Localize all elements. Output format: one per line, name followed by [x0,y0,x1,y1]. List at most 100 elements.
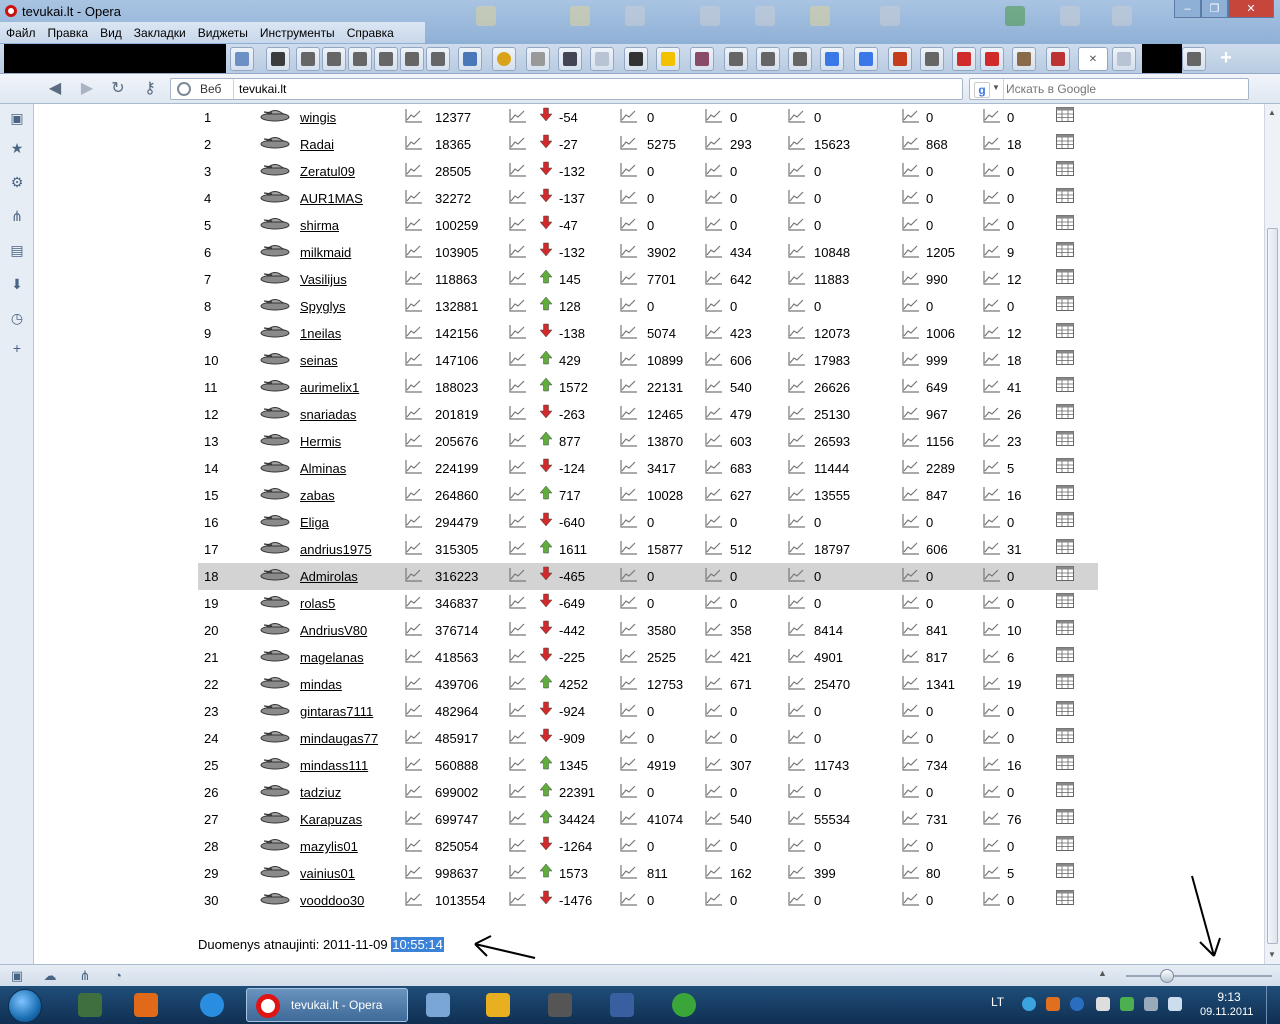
graph-icon[interactable] [405,189,423,204]
graph-icon[interactable] [620,756,638,771]
chevron-down-icon[interactable]: ▼ [992,83,1000,92]
graph-icon[interactable] [705,621,723,636]
tab-page[interactable] [230,47,254,71]
taskbar-utorrent-icon[interactable] [662,989,706,1021]
graph-icon[interactable] [788,486,806,501]
graph-icon[interactable] [620,459,638,474]
graph-icon[interactable] [902,648,920,663]
graph-icon[interactable] [620,891,638,906]
graph-icon[interactable] [788,702,806,717]
graph-icon[interactable] [405,864,423,879]
graph-icon[interactable] [902,729,920,744]
graph-icon[interactable] [788,405,806,420]
table-icon[interactable] [1056,377,1074,392]
graph-icon[interactable] [509,351,527,366]
table-icon[interactable] [1056,134,1074,149]
graph-icon[interactable] [902,891,920,906]
graph-icon[interactable] [620,513,638,528]
graph-icon[interactable] [620,405,638,420]
menu-tools[interactable]: Инструменты [260,26,335,40]
graph-icon[interactable] [405,297,423,312]
player-link[interactable]: Hermis [300,434,341,449]
graph-icon[interactable] [620,432,638,447]
tray-network-icon[interactable] [1120,997,1134,1011]
taskbar-opera-button[interactable]: tevukai.lt - Opera [246,988,408,1022]
graph-icon[interactable] [983,621,1001,636]
table-icon[interactable] [1056,809,1074,824]
tab-page[interactable] [526,47,550,71]
key-icon[interactable]: ⚷ [139,79,161,99]
graph-icon[interactable] [788,675,806,690]
speedometer-icon[interactable]: ◔ [110,968,126,984]
player-link[interactable]: snariadas [300,407,356,422]
graph-icon[interactable] [902,297,920,312]
graph-icon[interactable] [405,837,423,852]
taskbar-app-icon[interactable] [600,989,644,1021]
table-icon[interactable] [1056,485,1074,500]
table-icon[interactable] [1056,728,1074,743]
graph-icon[interactable] [983,594,1001,609]
graph-icon[interactable] [902,216,920,231]
zoom-slider-knob[interactable] [1160,969,1174,983]
graph-icon[interactable] [902,162,920,177]
table-icon[interactable] [1056,782,1074,797]
taskbar-app-icon[interactable] [68,989,112,1021]
graph-icon[interactable] [509,891,527,906]
graph-icon[interactable] [405,567,423,582]
graph-icon[interactable] [620,189,638,204]
graph-icon[interactable] [705,891,723,906]
scroll-up-icon[interactable]: ▲ [1268,108,1276,117]
graph-icon[interactable] [405,756,423,771]
graph-icon[interactable] [902,486,920,501]
graph-icon[interactable] [902,783,920,798]
tab-tank[interactable] [266,47,290,71]
graph-icon[interactable] [788,378,806,393]
scroll-thumb[interactable] [1267,228,1278,944]
tab-wot[interactable] [348,47,372,71]
table-icon[interactable] [1056,674,1074,689]
url-security-label[interactable]: Веб [200,82,221,96]
add-panel-icon[interactable]: + [8,339,26,357]
bookmark-star-icon[interactable]: ★ [8,139,26,157]
tab-music[interactable] [656,47,680,71]
table-icon[interactable] [1056,566,1074,581]
graph-icon[interactable] [405,783,423,798]
table-icon[interactable] [1056,647,1074,662]
table-icon[interactable] [1056,107,1074,122]
player-link[interactable]: mindass111 [300,758,368,773]
graph-icon[interactable] [983,216,1001,231]
zoom-slider[interactable] [1126,975,1272,977]
tab-google[interactable] [854,47,878,71]
graph-icon[interactable] [509,810,527,825]
graph-icon[interactable] [705,513,723,528]
graph-icon[interactable] [509,756,527,771]
graph-icon[interactable] [902,810,920,825]
graph-icon[interactable] [405,432,423,447]
tab-page[interactable] [590,47,614,71]
player-link[interactable]: vainius01 [300,866,355,881]
menu-file[interactable]: Файл [6,26,36,40]
panel-toggle-icon[interactable]: ▣ [9,968,25,984]
graph-icon[interactable] [405,351,423,366]
tray-volume-icon[interactable] [1168,997,1182,1011]
graph-icon[interactable] [788,567,806,582]
graph-icon[interactable] [509,567,527,582]
graph-icon[interactable] [705,648,723,663]
graph-icon[interactable] [705,432,723,447]
notes-icon[interactable]: ▤ [8,241,26,259]
graph-icon[interactable] [405,594,423,609]
graph-icon[interactable] [983,567,1001,582]
table-icon[interactable] [1056,512,1074,527]
graph-icon[interactable] [405,729,423,744]
tab-page[interactable] [492,47,516,71]
tab-wot[interactable] [400,47,424,71]
player-link[interactable]: Karapuzas [300,812,362,827]
graph-icon[interactable] [902,324,920,339]
graph-icon[interactable] [983,486,1001,501]
graph-icon[interactable] [509,297,527,312]
graph-icon[interactable] [902,351,920,366]
graph-icon[interactable] [405,378,423,393]
graph-icon[interactable] [705,540,723,555]
table-icon[interactable] [1056,215,1074,230]
graph-icon[interactable] [983,351,1001,366]
